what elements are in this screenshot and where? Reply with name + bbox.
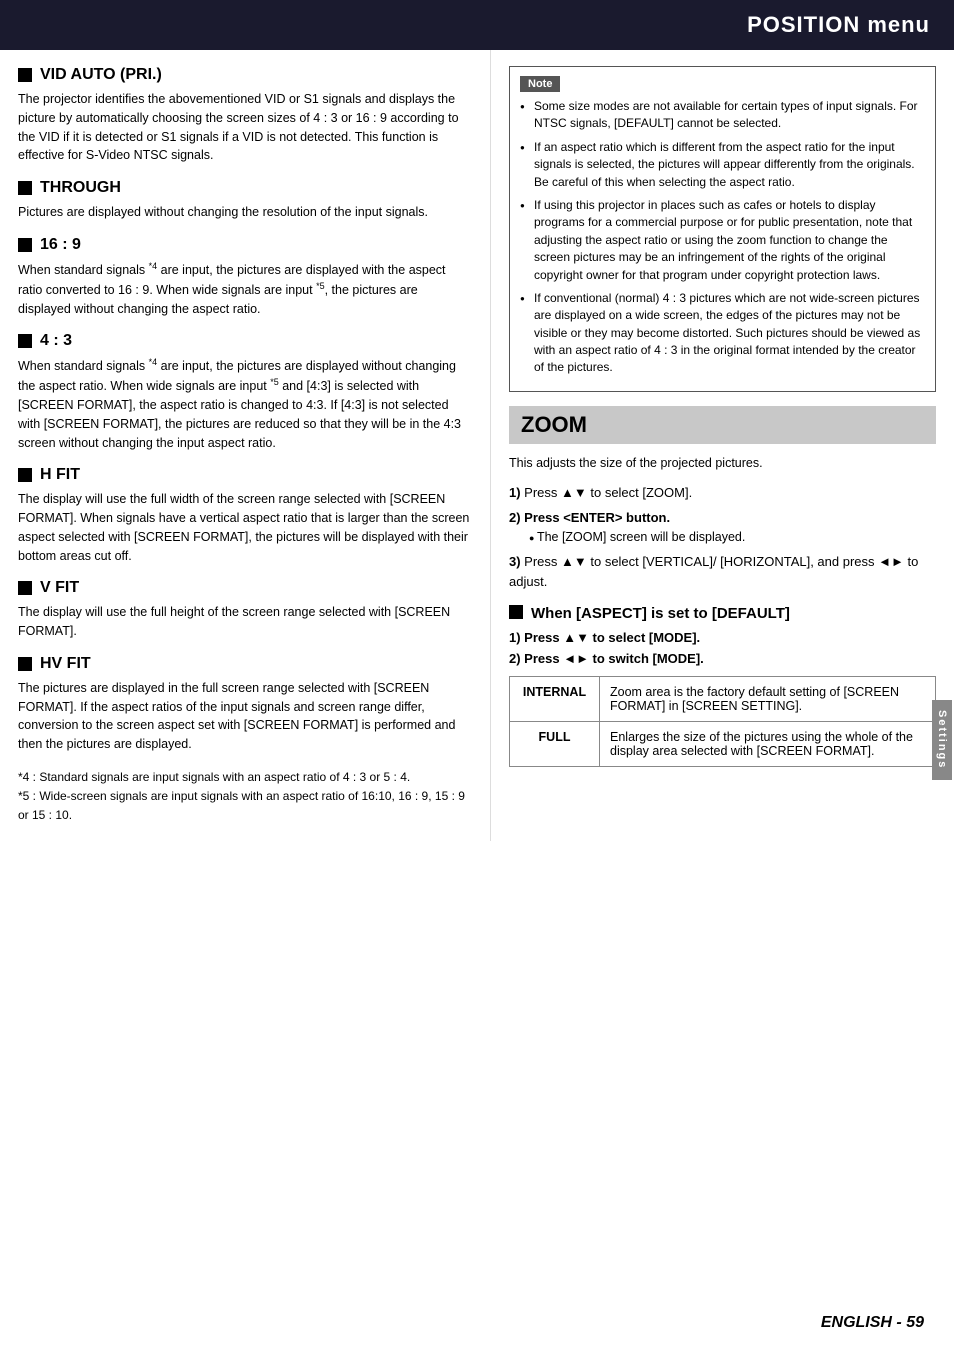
- aspect-step-2-label: Press ◄► to switch [MODE].: [524, 651, 704, 666]
- table-label-full: FULL: [510, 722, 600, 767]
- aspect-step-2: 2) Press ◄► to switch [MODE].: [509, 651, 936, 666]
- table-desc-full: Enlarges the size of the pictures using …: [600, 722, 936, 767]
- section-16-9-title: 16 : 9: [40, 236, 81, 254]
- section-through-heading: THROUGH: [18, 179, 472, 197]
- zoom-step-2: 2) Press <ENTER> button. The [ZOOM] scre…: [509, 508, 936, 546]
- table-desc-internal: Zoom area is the factory default setting…: [600, 677, 936, 722]
- section-16-9-body: When standard signals *4 are input, the …: [18, 260, 472, 319]
- aspect-title: When [ASPECT] is set to [DEFAULT]: [531, 605, 790, 622]
- section-4-3-body: When standard signals *4 are input, the …: [18, 356, 472, 452]
- footnote-4: *4 : Standard signals are input signals …: [18, 768, 472, 787]
- section-16-9-heading: 16 : 9: [18, 236, 472, 254]
- note-item-2: If an aspect ratio which is different fr…: [520, 139, 925, 191]
- left-column: VID AUTO (PRI.) The projector identifies…: [0, 50, 490, 841]
- section-4-3-heading: 4 : 3: [18, 332, 472, 350]
- aspect-heading: When [ASPECT] is set to [DEFAULT]: [509, 605, 936, 622]
- aspect-step-2-text: 2): [509, 651, 524, 666]
- aspect-step-1-text: 1): [509, 630, 524, 645]
- aspect-step-1-label: Press ▲▼ to select [MODE].: [524, 630, 700, 645]
- aspect-bullet-icon: [509, 605, 523, 619]
- section-hfit-heading: H FIT: [18, 466, 472, 484]
- zoom-step-3-text: Press ▲▼ to select [VERTICAL]/ [HORIZONT…: [509, 554, 918, 589]
- side-tab-wrapper: Settings: [932, 700, 954, 780]
- table-row-full: FULL Enlarges the size of the pictures u…: [510, 722, 936, 767]
- section-vfit-heading: V FIT: [18, 579, 472, 597]
- zoom-step-3: 3) Press ▲▼ to select [VERTICAL]/ [HORIZ…: [509, 552, 936, 591]
- zoom-step-3-num: 3): [509, 554, 524, 569]
- page-number: ENGLISH - 59: [821, 1314, 924, 1331]
- side-tab: Settings: [932, 700, 952, 780]
- bullet-icon: [18, 657, 32, 671]
- zoom-step-1-num: 1): [509, 485, 524, 500]
- zoom-intro: This adjusts the size of the projected p…: [509, 454, 936, 473]
- zoom-step-2-sub: The [ZOOM] screen will be displayed.: [509, 528, 936, 547]
- footnote-5: *5 : Wide-screen signals are input signa…: [18, 787, 472, 825]
- section-hvfit-body: The pictures are displayed in the full s…: [18, 679, 472, 754]
- note-item-4: If conventional (normal) 4 : 3 pictures …: [520, 290, 925, 377]
- section-vfit-title: V FIT: [40, 579, 79, 597]
- section-hfit-title: H FIT: [40, 466, 80, 484]
- bullet-icon: [18, 581, 32, 595]
- note-list: Some size modes are not available for ce…: [520, 98, 925, 377]
- page-footer: ENGLISH - 59: [821, 1314, 924, 1332]
- note-label: Note: [520, 76, 560, 92]
- bullet-icon: [18, 468, 32, 482]
- section-hfit-body: The display will use the full width of t…: [18, 490, 472, 565]
- table-row-internal: INTERNAL Zoom area is the factory defaul…: [510, 677, 936, 722]
- right-column: Note Some size modes are not available f…: [490, 50, 954, 841]
- zoom-steps: 1) Press ▲▼ to select [ZOOM]. 2) Press <…: [509, 483, 936, 592]
- bullet-icon: [18, 181, 32, 195]
- zoom-step-2-text: Press <ENTER> button.: [524, 510, 670, 525]
- page-title: POSITION menu: [747, 12, 930, 37]
- section-through-title: THROUGH: [40, 179, 121, 197]
- section-vid-auto-title: VID AUTO (PRI.): [40, 66, 162, 84]
- bullet-icon: [18, 238, 32, 252]
- section-through-body: Pictures are displayed without changing …: [18, 203, 472, 222]
- zoom-table: INTERNAL Zoom area is the factory defaul…: [509, 676, 936, 767]
- note-item-3: If using this projector in places such a…: [520, 197, 925, 284]
- section-vfit-body: The display will use the full height of …: [18, 603, 472, 641]
- aspect-steps: 1) Press ▲▼ to select [MODE]. 2) Press ◄…: [509, 630, 936, 666]
- table-label-internal: INTERNAL: [510, 677, 600, 722]
- footnotes: *4 : Standard signals are input signals …: [18, 768, 472, 826]
- bullet-icon: [18, 334, 32, 348]
- zoom-step-2-num: 2): [509, 510, 524, 525]
- bullet-icon: [18, 68, 32, 82]
- aspect-step-1: 1) Press ▲▼ to select [MODE].: [509, 630, 936, 645]
- section-vid-auto-heading: VID AUTO (PRI.): [18, 66, 472, 84]
- section-vid-auto-body: The projector identifies the abovementio…: [18, 90, 472, 165]
- main-content: VID AUTO (PRI.) The projector identifies…: [0, 50, 954, 841]
- section-hvfit-title: HV FIT: [40, 655, 91, 673]
- zoom-step-1: 1) Press ▲▼ to select [ZOOM].: [509, 483, 936, 503]
- note-box: Note Some size modes are not available f…: [509, 66, 936, 392]
- page-header: POSITION menu: [0, 0, 954, 50]
- zoom-header: ZOOM: [509, 406, 936, 444]
- note-item-1: Some size modes are not available for ce…: [520, 98, 925, 133]
- section-hvfit-heading: HV FIT: [18, 655, 472, 673]
- section-4-3-title: 4 : 3: [40, 332, 72, 350]
- zoom-step-1-text: Press ▲▼ to select [ZOOM].: [524, 485, 692, 500]
